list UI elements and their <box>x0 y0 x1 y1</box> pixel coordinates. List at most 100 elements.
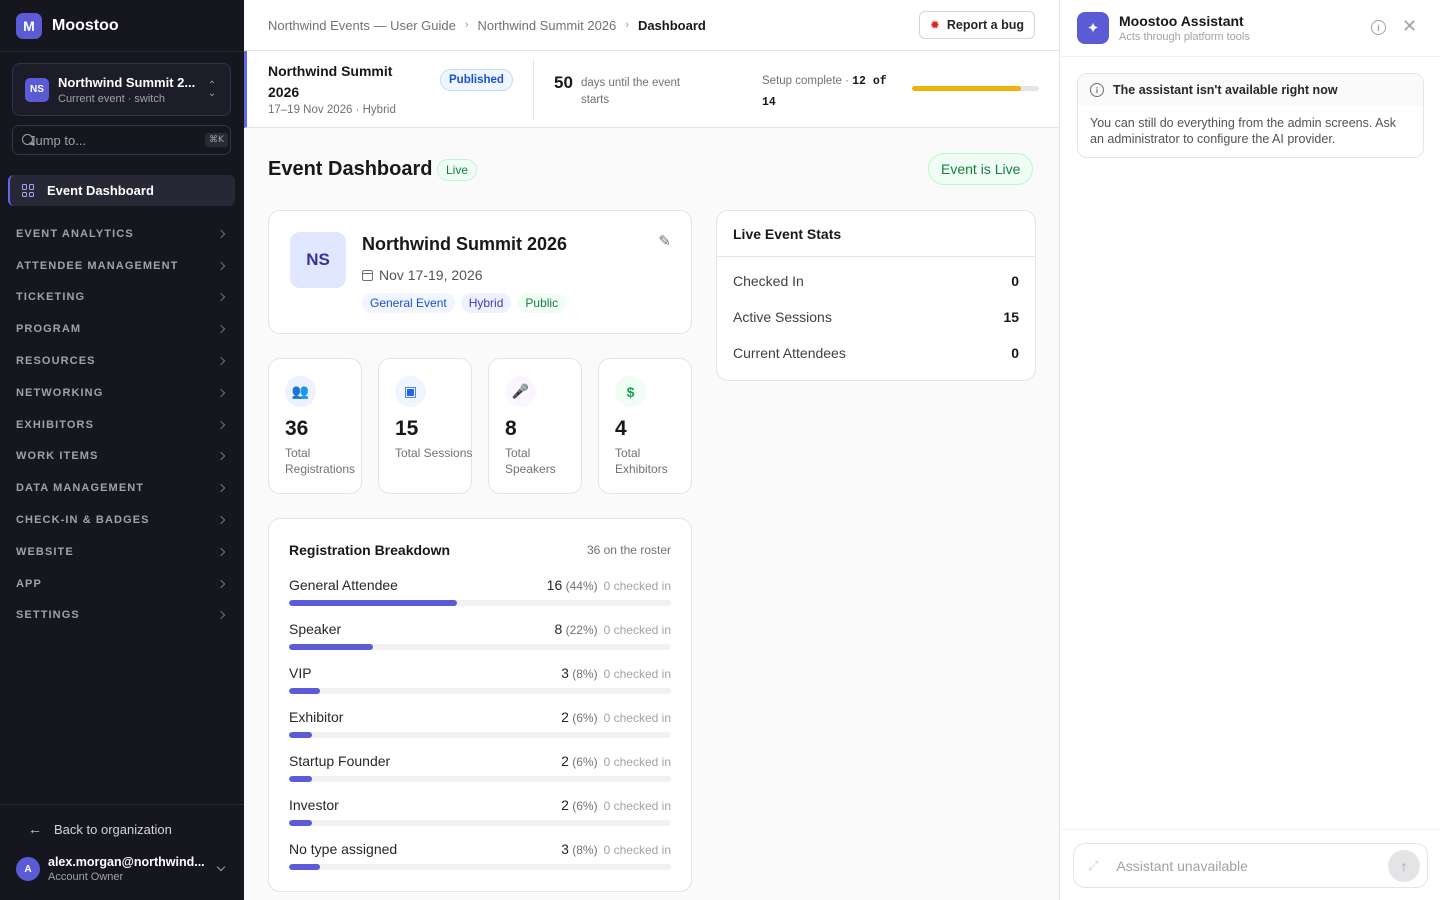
nav-group-label: WORK ITEMS <box>16 450 99 463</box>
registration-stats: 2 (6%) 0 checked in <box>561 753 671 769</box>
assistant-input[interactable] <box>1116 857 1388 874</box>
nav-group-work-items[interactable]: WORK ITEMS <box>0 441 244 473</box>
brand[interactable]: M Moostoo <box>0 0 244 52</box>
nav-item-event-dashboard[interactable]: Event Dashboard <box>8 175 235 206</box>
breadcrumb-guide[interactable]: Northwind Events — User Guide <box>268 18 456 33</box>
nav-group-label: TICKETING <box>16 291 86 304</box>
report-bug-button[interactable]: ✹ Report a bug <box>918 11 1035 39</box>
progress-bar <box>289 864 671 870</box>
calendar-icon <box>362 269 373 281</box>
nav-group-networking[interactable]: NETWORKING <box>0 377 244 409</box>
nav-group-data-management[interactable]: DATA MANAGEMENT <box>0 472 244 504</box>
nav-group-attendee-management[interactable]: ATTENDEE MANAGEMENT <box>0 250 244 282</box>
nav-group-label: RESOURCES <box>16 355 96 368</box>
stat-card[interactable]: 👥 36 Total Registrations <box>268 358 362 494</box>
progress-bar <box>289 820 671 826</box>
stat-card[interactable]: 🎤 8 Total Speakers <box>488 358 582 494</box>
registration-count: 3 <box>561 665 569 681</box>
back-label: Back to organization <box>54 821 172 837</box>
live-event-stats-card: Live Event Stats Checked In 0 Active Sessi… <box>716 210 1036 381</box>
nav-group-program[interactable]: PROGRAM <box>0 313 244 345</box>
registration-type: Exhibitor <box>289 709 344 725</box>
event-card-date: Nov 17-19, 2026 <box>362 267 483 283</box>
setup-progress-label: Setup complete · 12 of 14 <box>762 71 902 113</box>
chevron-right-icon <box>216 325 226 334</box>
checked-in-count: 0 checked in <box>603 711 671 725</box>
sidebar: M Moostoo NS Northwind Summit 2... Curre… <box>0 0 244 900</box>
registration-type: Speaker <box>289 621 342 637</box>
registration-count: 8 <box>554 621 563 637</box>
checked-in-count: 0 checked in <box>603 667 671 681</box>
progress-bar <box>289 600 671 606</box>
chevron-down-icon <box>216 862 226 872</box>
checked-in-count: 0 checked in <box>603 843 671 857</box>
nav-group-exhibitors[interactable]: EXHIBITORS <box>0 409 244 441</box>
nav-group-label: EVENT ANALYTICS <box>16 227 134 240</box>
stat-label: Current Attendees <box>733 345 846 361</box>
bug-icon: ✹ <box>929 18 940 32</box>
checked-in-count: 0 checked in <box>603 579 671 593</box>
arrow-left-icon: ← <box>28 821 42 837</box>
chevron-right-icon <box>216 579 226 588</box>
live-stats-title: Live Event Stats <box>733 226 842 242</box>
event-status-bar: Northwind Summit 2026 17–19 Nov 2026 · H… <box>244 51 1059 128</box>
dollar-icon: $ <box>615 376 646 407</box>
chevron-right-icon: › <box>464 19 469 31</box>
list-item: Investor 2 (6%) 0 checked in <box>289 797 671 841</box>
nav-group-ticketing[interactable]: TICKETING <box>0 282 244 314</box>
list-item: Speaker 8 (22%) 0 checked in <box>289 621 671 665</box>
registration-stats: 3 (8%) 0 checked in <box>561 665 671 681</box>
nav-group-event-analytics[interactable]: EVENT ANALYTICS <box>0 218 244 250</box>
nav-group-app[interactable]: APP <box>0 568 244 600</box>
registration-stats: 8 (22%) 0 checked in <box>554 621 671 637</box>
list-item: Active Sessions 15 <box>733 309 1019 345</box>
breakdown-title: Registration Breakdown <box>289 542 451 558</box>
event-switcher-text: Northwind Summit 2... Current event · sw… <box>58 75 206 105</box>
nav-group-label: SETTINGS <box>16 609 80 622</box>
assistant-header: ✦ Moostoo Assistant Acts through platfor… <box>1061 0 1440 56</box>
nav-group-check-in-badges[interactable]: CHECK-IN & BADGES <box>0 504 244 536</box>
nav-group-website[interactable]: WEBSITE <box>0 536 244 568</box>
expand-icon[interactable]: ⤢ <box>1088 858 1098 874</box>
jump-to-input[interactable] <box>29 132 205 148</box>
registration-percent: (6%) <box>572 755 598 769</box>
setup-progress-bar <box>912 86 1039 91</box>
back-to-organization-link[interactable]: ← Back to organization <box>28 821 172 837</box>
close-icon[interactable]: ✕ <box>1402 16 1417 37</box>
chevron-right-icon: › <box>625 19 629 31</box>
stat-label: Total Sessions <box>395 446 473 460</box>
tag-event-type: General Event <box>362 293 455 313</box>
report-bug-label: Report a bug <box>946 18 1024 32</box>
event-live-button[interactable]: Event is Live <box>928 153 1034 185</box>
stat-card[interactable]: ▣ 15 Total Sessions <box>378 358 472 494</box>
event-switcher[interactable]: NS Northwind Summit 2... Current event ·… <box>12 63 231 116</box>
jump-to-search[interactable]: ⌘K <box>12 125 231 155</box>
chevron-right-icon <box>216 229 226 239</box>
days-count: 50 <box>554 73 573 92</box>
stat-label: Active Sessions <box>733 309 832 325</box>
stat-value: 36 <box>285 417 309 440</box>
user-menu[interactable]: A alex.morgan@northwind... Account Owner <box>16 855 230 883</box>
registration-stats: 16 (44%) 0 checked in <box>547 577 671 593</box>
info-icon[interactable]: i <box>1371 20 1386 35</box>
edit-pencil-icon[interactable]: ✎ <box>658 232 671 250</box>
send-button[interactable]: ↑ <box>1388 849 1420 882</box>
nav-group-settings[interactable]: SETTINGS <box>0 600 244 632</box>
checked-in-count: 0 checked in <box>603 755 671 769</box>
stat-card[interactable]: $4 Total Exhibitors <box>598 358 692 494</box>
breadcrumb-event[interactable]: Northwind Summit 2026 <box>478 18 617 33</box>
list-item: VIP 3 (8%) 0 checked in <box>289 665 671 709</box>
shortcut-badge: ⌘K <box>205 133 228 147</box>
registration-type: Investor <box>289 797 339 813</box>
assistant-title: Moostoo Assistant <box>1119 13 1244 29</box>
chevron-right-icon <box>216 452 226 461</box>
live-badge: Live <box>437 159 478 181</box>
sparkles-icon: ✦ <box>1077 12 1109 44</box>
progress-bar <box>289 644 671 650</box>
notice-title: The assistant isn't available right now <box>1113 83 1338 97</box>
nav-group-resources[interactable]: RESOURCES <box>0 345 244 377</box>
registration-stats: 3 (8%) 0 checked in <box>561 841 671 857</box>
registration-percent: (8%) <box>572 843 598 857</box>
progress-fill <box>289 644 374 650</box>
assistant-unavailable-notice: i The assistant isn't available right no… <box>1077 73 1424 158</box>
